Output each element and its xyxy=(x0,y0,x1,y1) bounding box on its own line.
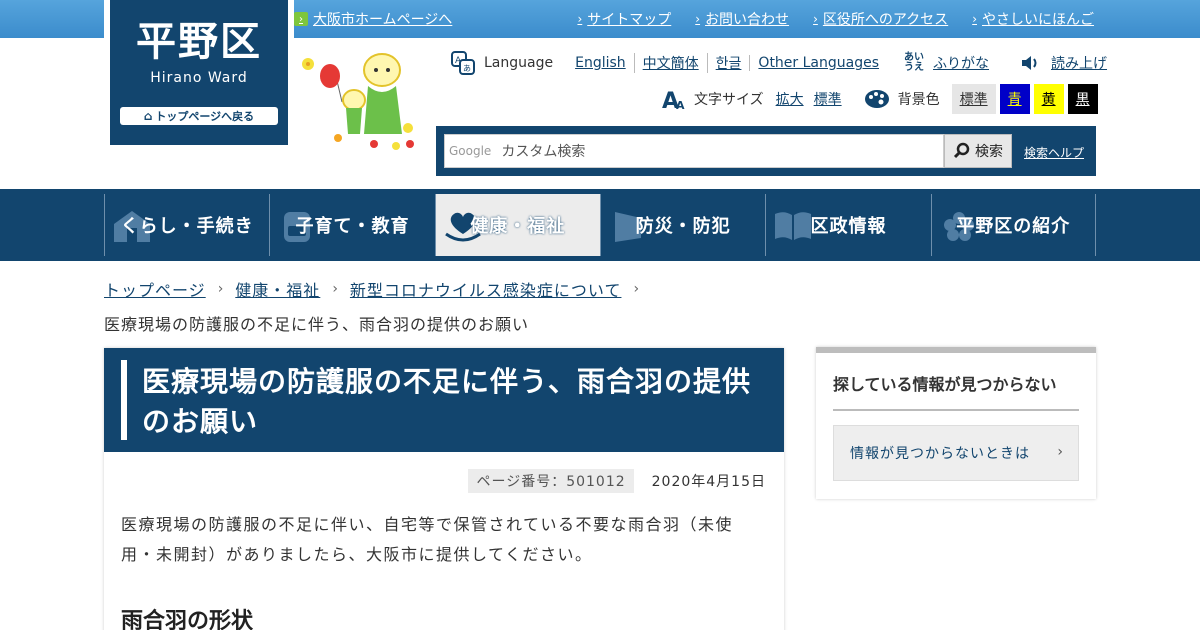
speaker-icon xyxy=(1022,56,1037,70)
site-logo[interactable]: 平野区 Hirano Ward ⌂ トップページへ戻る xyxy=(104,0,294,151)
home-icon: ⌂ xyxy=(143,109,153,123)
search-placeholder: カスタム検索 xyxy=(501,144,586,160)
language-label: Language xyxy=(484,55,554,71)
font-enlarge-link[interactable]: 拡大 xyxy=(776,89,804,109)
lang-chinese-link[interactable]: 中文簡体 xyxy=(633,53,707,73)
mascot-illustration xyxy=(302,53,414,150)
side-panel-title: 探している情報が見つからない xyxy=(833,371,1079,411)
read-aloud-button[interactable]: 読み上げ xyxy=(1019,52,1107,74)
bg-color-label: 背景色 xyxy=(897,92,940,108)
chevron-right-icon: › xyxy=(633,281,640,297)
article-body: 医療現場の防護服の不足に伴い、自宅等で保管されている不要な雨合羽（未使用・未開封… xyxy=(121,515,734,564)
easy-japanese-link[interactable]: › やさしいにほんご xyxy=(972,9,1094,29)
chevron-right-icon: › xyxy=(217,281,224,297)
search-input[interactable]: Google カスタム検索 xyxy=(444,134,944,168)
chevron-right-icon: › xyxy=(294,12,308,26)
back-to-top-button[interactable]: ⌂ トップページへ戻る xyxy=(120,107,278,125)
osaka-city-home-label: 大阪市ホームページへ xyxy=(313,12,453,28)
svg-text:あ: あ xyxy=(463,64,471,73)
publish-date: 2020年4月15日 xyxy=(651,474,766,490)
page-title: 医療現場の防護服の不足に伴う、雨合羽の提供のお願い xyxy=(142,365,752,438)
breadcrumb-covid-link[interactable]: 新型コロナウイルス感染症について xyxy=(350,277,622,301)
search-icon xyxy=(953,142,970,159)
page-number: ページ番号：501012 xyxy=(468,469,634,493)
osaka-city-home-link[interactable]: › 大阪市ホームページへ xyxy=(294,9,452,29)
lang-other-link[interactable]: Other Languages xyxy=(749,55,887,71)
contact-link[interactable]: › お問い合わせ xyxy=(695,9,789,29)
search-area: Google カスタム検索 検索 検索ヘルプ xyxy=(436,126,1096,176)
chevron-right-icon: › xyxy=(813,12,818,26)
nav-item-about-hirano[interactable]: 平野区の紹介 xyxy=(930,194,1096,256)
read-aloud-link[interactable]: 読み上げ xyxy=(1051,53,1107,73)
furigana-toggle[interactable]: あい うえ ふりがな xyxy=(901,53,989,73)
article-panel: 医療現場の防護服の不足に伴う、雨合羽の提供のお願い ページ番号：501012 2… xyxy=(104,348,784,630)
nav-item-disaster-prevention[interactable]: 防災・防犯 xyxy=(599,194,765,256)
breadcrumb: トップページ › 健康・福祉 › 新型コロナウイルス感染症について › xyxy=(104,277,651,301)
search-button[interactable]: 検索 xyxy=(944,134,1012,168)
bg-standard-button[interactable]: 標準 xyxy=(951,84,996,114)
sitemap-link[interactable]: › サイトマップ xyxy=(577,9,671,29)
chevron-right-icon: › xyxy=(972,12,977,26)
chevron-right-icon: › xyxy=(577,12,583,26)
font-size-label: 文字サイズ xyxy=(694,92,764,108)
lang-english-link[interactable]: English xyxy=(567,55,634,71)
chevron-right-icon: › xyxy=(332,281,338,297)
language-icon: A あ xyxy=(451,51,475,75)
title-accent-bar xyxy=(121,360,127,440)
lang-korean-link[interactable]: 한글 xyxy=(706,53,750,73)
logo-title: 平野区 xyxy=(136,19,262,65)
font-standard-link[interactable]: 標準 xyxy=(814,89,842,109)
breadcrumb-health-link[interactable]: 健康・福祉 xyxy=(235,277,320,301)
nav-item-health-welfare[interactable]: 健康・福祉 xyxy=(434,194,600,256)
chevron-right-icon: › xyxy=(695,12,701,26)
display-settings-row: A A 文字サイズ 拡大 標準 背景色 標準 青 黄 黒 xyxy=(662,84,1098,114)
nav-item-living[interactable]: くらし・手続き xyxy=(104,194,269,256)
nav-item-childcare[interactable]: 子育て・教育 xyxy=(269,194,434,256)
language-row: A あ Language English 中文簡体 한글 Other Langu… xyxy=(450,50,1107,76)
breadcrumb-current: 医療現場の防護服の不足に伴う、雨合羽の提供のお願い xyxy=(104,315,530,334)
svg-text:A: A xyxy=(455,56,462,66)
section-heading: 雨合羽の形状 xyxy=(121,609,254,630)
breadcrumb-top-link[interactable]: トップページ xyxy=(104,277,206,301)
palette-icon xyxy=(864,90,889,108)
chevron-right-icon: › xyxy=(1057,444,1064,460)
nav-item-ward-administration[interactable]: 区政情報 xyxy=(765,194,930,256)
bg-yellow-button[interactable]: 黄 xyxy=(1033,84,1064,114)
side-panel: 探している情報が見つからない 情報が見つからないときは › xyxy=(816,347,1096,499)
article-meta: ページ番号：501012 2020年4月15日 xyxy=(468,469,766,493)
bg-blue-button[interactable]: 青 xyxy=(999,84,1030,114)
article-header: 医療現場の防護服の不足に伴う、雨合羽の提供のお願い xyxy=(104,348,784,452)
bg-black-button[interactable]: 黒 xyxy=(1067,84,1098,114)
search-help-link[interactable]: 検索ヘルプ xyxy=(1024,144,1084,161)
book-icon xyxy=(775,212,812,240)
font-size-icon: A A xyxy=(662,89,685,111)
svg-text:A: A xyxy=(676,99,685,111)
furigana-link[interactable]: ふりがな xyxy=(933,53,989,73)
not-found-help-link[interactable]: 情報が見つからないときは › xyxy=(833,425,1079,481)
logo-subtitle: Hirano Ward xyxy=(150,70,248,86)
global-nav: くらし・手続き 子育て・教育 健康・福祉 防災・防犯 区政情報 平野区の紹介 xyxy=(0,189,1200,261)
access-link[interactable]: › 区役所へのアクセス xyxy=(813,9,948,29)
google-logo: Google xyxy=(449,144,492,158)
furigana-icon: あい うえ xyxy=(904,52,925,73)
